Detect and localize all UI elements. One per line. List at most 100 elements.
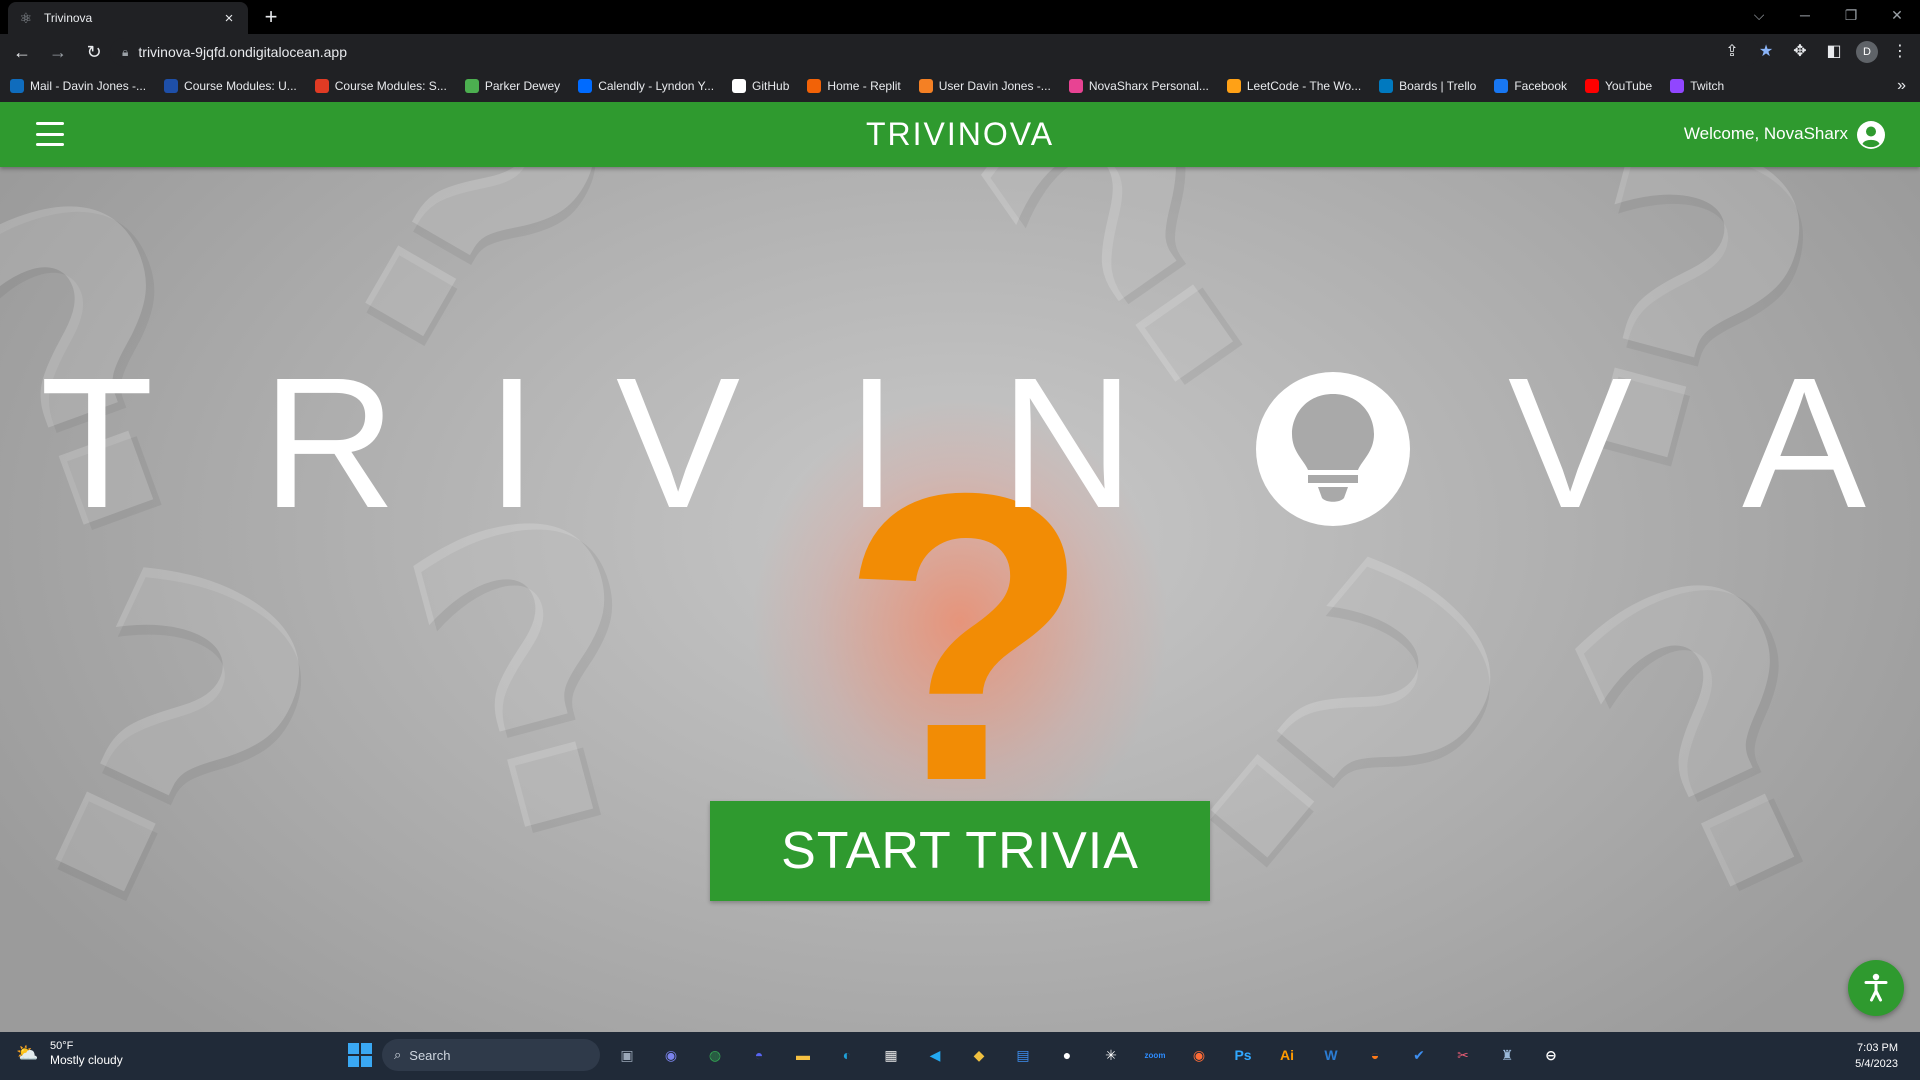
hero-letter: I: [846, 340, 898, 547]
bookmark-item[interactable]: GitHub: [732, 79, 789, 93]
url-text: trivinova-9jqfd.ondigitalocean.app: [138, 44, 347, 60]
bookmark-item[interactable]: Calendly - Lyndon Y...: [578, 79, 714, 93]
accessibility-button[interactable]: [1848, 960, 1904, 1016]
bookmark-item[interactable]: Facebook: [1494, 79, 1567, 93]
tab-title: Trivinova: [44, 11, 93, 25]
edge-taskbar-icon[interactable]: ◐: [830, 1038, 864, 1072]
teams-chat-taskbar-icon[interactable]: ◉: [654, 1038, 688, 1072]
bookmark-favicon-icon: [1226, 79, 1241, 93]
file-explorer-taskbar-icon[interactable]: ▬: [786, 1038, 820, 1072]
bookmark-favicon-icon: [918, 79, 933, 93]
more-bookmarks-icon[interactable]: »: [1897, 70, 1906, 102]
browser-tab-strip: ⚛ Trivinova × + ⌵ ─ ❐ ✕: [0, 0, 1920, 34]
bookmark-label: Twitch: [1690, 79, 1725, 93]
bookmark-item[interactable]: Course Modules: S...: [314, 79, 447, 93]
hero-letter: A: [1742, 340, 1867, 547]
discord-taskbar-icon[interactable]: ◓: [742, 1038, 776, 1072]
tab-trivinova[interactable]: ⚛ Trivinova ×: [8, 2, 248, 34]
menu-icon[interactable]: ⋮: [1888, 38, 1912, 66]
git-taskbar-icon[interactable]: ◆: [962, 1038, 996, 1072]
windows-start-icon[interactable]: [348, 1043, 372, 1067]
bookmark-item[interactable]: Home - Replit: [807, 79, 901, 93]
bookmarks-bar: Mail - Davin Jones -... Course Modules: U…: [0, 70, 1920, 102]
postman-taskbar-icon[interactable]: ◉: [1182, 1038, 1216, 1072]
bookmark-item[interactable]: Parker Dewey: [464, 79, 561, 93]
address-bar[interactable]: 🔒︎ trivinova-9jqfd.ondigitalocean.app: [110, 38, 1760, 66]
photoshop-taskbar-icon[interactable]: Ps: [1226, 1038, 1260, 1072]
task-view-taskbar-icon[interactable]: ▣: [610, 1038, 644, 1072]
clock-time: 7:03 PM: [1857, 1042, 1898, 1054]
share-icon[interactable]: ⇪: [1720, 38, 1744, 66]
new-tab-button[interactable]: +: [258, 4, 284, 30]
bookmark-favicon-icon: [10, 79, 24, 93]
bookmark-item[interactable]: LeetCode - The Wo...: [1226, 79, 1361, 93]
bookmark-favicon-icon: [1068, 79, 1083, 93]
bookmark-favicon-icon: [1379, 79, 1394, 93]
bg-question-mark: ?: [1512, 481, 1920, 1002]
chrome-taskbar-icon[interactable]: ◍: [698, 1038, 732, 1072]
slack-taskbar-icon[interactable]: ✳: [1094, 1038, 1128, 1072]
todo-taskbar-icon[interactable]: ✔: [1402, 1038, 1436, 1072]
side-panel-icon[interactable]: ◧: [1822, 38, 1846, 66]
bookmark-item[interactable]: YouTube: [1585, 79, 1652, 93]
calendar-taskbar-icon[interactable]: ▤: [1006, 1038, 1040, 1072]
bookmark-item[interactable]: User Davin Jones -...: [918, 79, 1051, 93]
toolbar-actions: ⇪ ★ ✥ ◧ D ⋮: [1720, 38, 1912, 66]
restore-button[interactable]: ❐: [1828, 0, 1874, 30]
hero-letter: V: [616, 340, 741, 547]
react-icon: ⚛: [19, 10, 33, 26]
zoom-taskbar-icon[interactable]: zoom: [1138, 1038, 1172, 1072]
taskbar-search[interactable]: ⌕ Search: [382, 1039, 600, 1071]
bookmark-favicon-icon: [1670, 79, 1685, 93]
bookmark-item[interactable]: Course Modules: U...: [164, 79, 297, 93]
word-taskbar-icon[interactable]: W: [1314, 1038, 1348, 1072]
bookmark-label: Course Modules: U...: [184, 79, 297, 93]
bookmark-favicon-icon: [464, 79, 479, 93]
vscode-taskbar-icon[interactable]: ◀: [918, 1038, 952, 1072]
close-window-button[interactable]: ✕: [1874, 0, 1920, 30]
temperature: 50°F: [50, 1040, 74, 1052]
reload-button[interactable]: ↻: [80, 38, 108, 66]
windows-taskbar: ⛅ 50°F Mostly cloudy ⌕ Search ▣ ◉ ◍ ◓ ▬ ◐ ▦ ◀ ◆ ▤…: [0, 1032, 1920, 1080]
app-circle-taskbar-icon[interactable]: ⊖: [1534, 1038, 1568, 1072]
hero-letter: V: [1508, 340, 1633, 547]
close-tab-icon[interactable]: ×: [220, 10, 238, 27]
pgadmin-taskbar-icon[interactable]: ♜: [1490, 1038, 1524, 1072]
minimize-button[interactable]: ─: [1782, 0, 1828, 30]
app-orange-taskbar-icon[interactable]: ◒: [1358, 1038, 1392, 1072]
bookmark-favicon-icon: [578, 79, 593, 93]
system-clock[interactable]: 7:03 PM 5/4/2023: [1855, 1040, 1898, 1072]
hero-letter: T: [40, 340, 154, 547]
bookmark-favicon-icon: [164, 79, 179, 93]
bookmark-item[interactable]: Twitch: [1670, 79, 1724, 93]
hero-letter: N: [1000, 340, 1135, 547]
bookmark-item[interactable]: Boards | Trello: [1379, 79, 1476, 93]
extensions-icon[interactable]: ✥: [1788, 38, 1812, 66]
window-controls: ⌵ ─ ❐ ✕: [1736, 0, 1920, 30]
bookmark-label: Course Modules: S...: [334, 79, 447, 93]
bookmark-item[interactable]: Mail - Davin Jones -...: [10, 79, 146, 93]
browser-toolbar: ← → ↻ 🔒︎ trivinova-9jqfd.ondigitalocean.…: [0, 34, 1920, 70]
start-trivia-button[interactable]: START TRIVIA: [710, 801, 1210, 901]
weather-widget[interactable]: ⛅ 50°F Mostly cloudy: [16, 1040, 123, 1068]
user-account-icon[interactable]: [1856, 120, 1886, 150]
tab-search-icon[interactable]: ⌵: [1736, 0, 1782, 30]
bookmark-label: Mail - Davin Jones -...: [30, 79, 147, 93]
app-header: TRIVINOVA Welcome, NovaSharx: [0, 102, 1920, 167]
profile-avatar[interactable]: D: [1856, 41, 1878, 63]
store-taskbar-icon[interactable]: ▦: [874, 1038, 908, 1072]
bookmark-star-icon[interactable]: ★: [1754, 38, 1778, 66]
brand-logo[interactable]: TRIVINOVA: [0, 116, 1920, 153]
bookmark-label: User Davin Jones -...: [938, 79, 1051, 93]
bookmark-label: Parker Dewey: [484, 79, 561, 93]
bookmark-favicon-icon: [732, 79, 747, 93]
bookmark-item[interactable]: NovaSharx Personal...: [1068, 79, 1209, 93]
illustrator-taskbar-icon[interactable]: Ai: [1270, 1038, 1304, 1072]
snipping-tool-taskbar-icon[interactable]: ✂: [1446, 1038, 1480, 1072]
back-button[interactable]: ←: [8, 38, 36, 66]
trivinova-page: ? ? ? ? ? ? ? ? TRIVINOVA Welcome, NovaS…: [0, 102, 1920, 1032]
bookmark-label: GitHub: [752, 79, 790, 93]
accessibility-icon: [1864, 973, 1888, 1002]
mongodb-compass-taskbar-icon[interactable]: ●: [1050, 1038, 1084, 1072]
forward-button[interactable]: →: [44, 38, 72, 66]
